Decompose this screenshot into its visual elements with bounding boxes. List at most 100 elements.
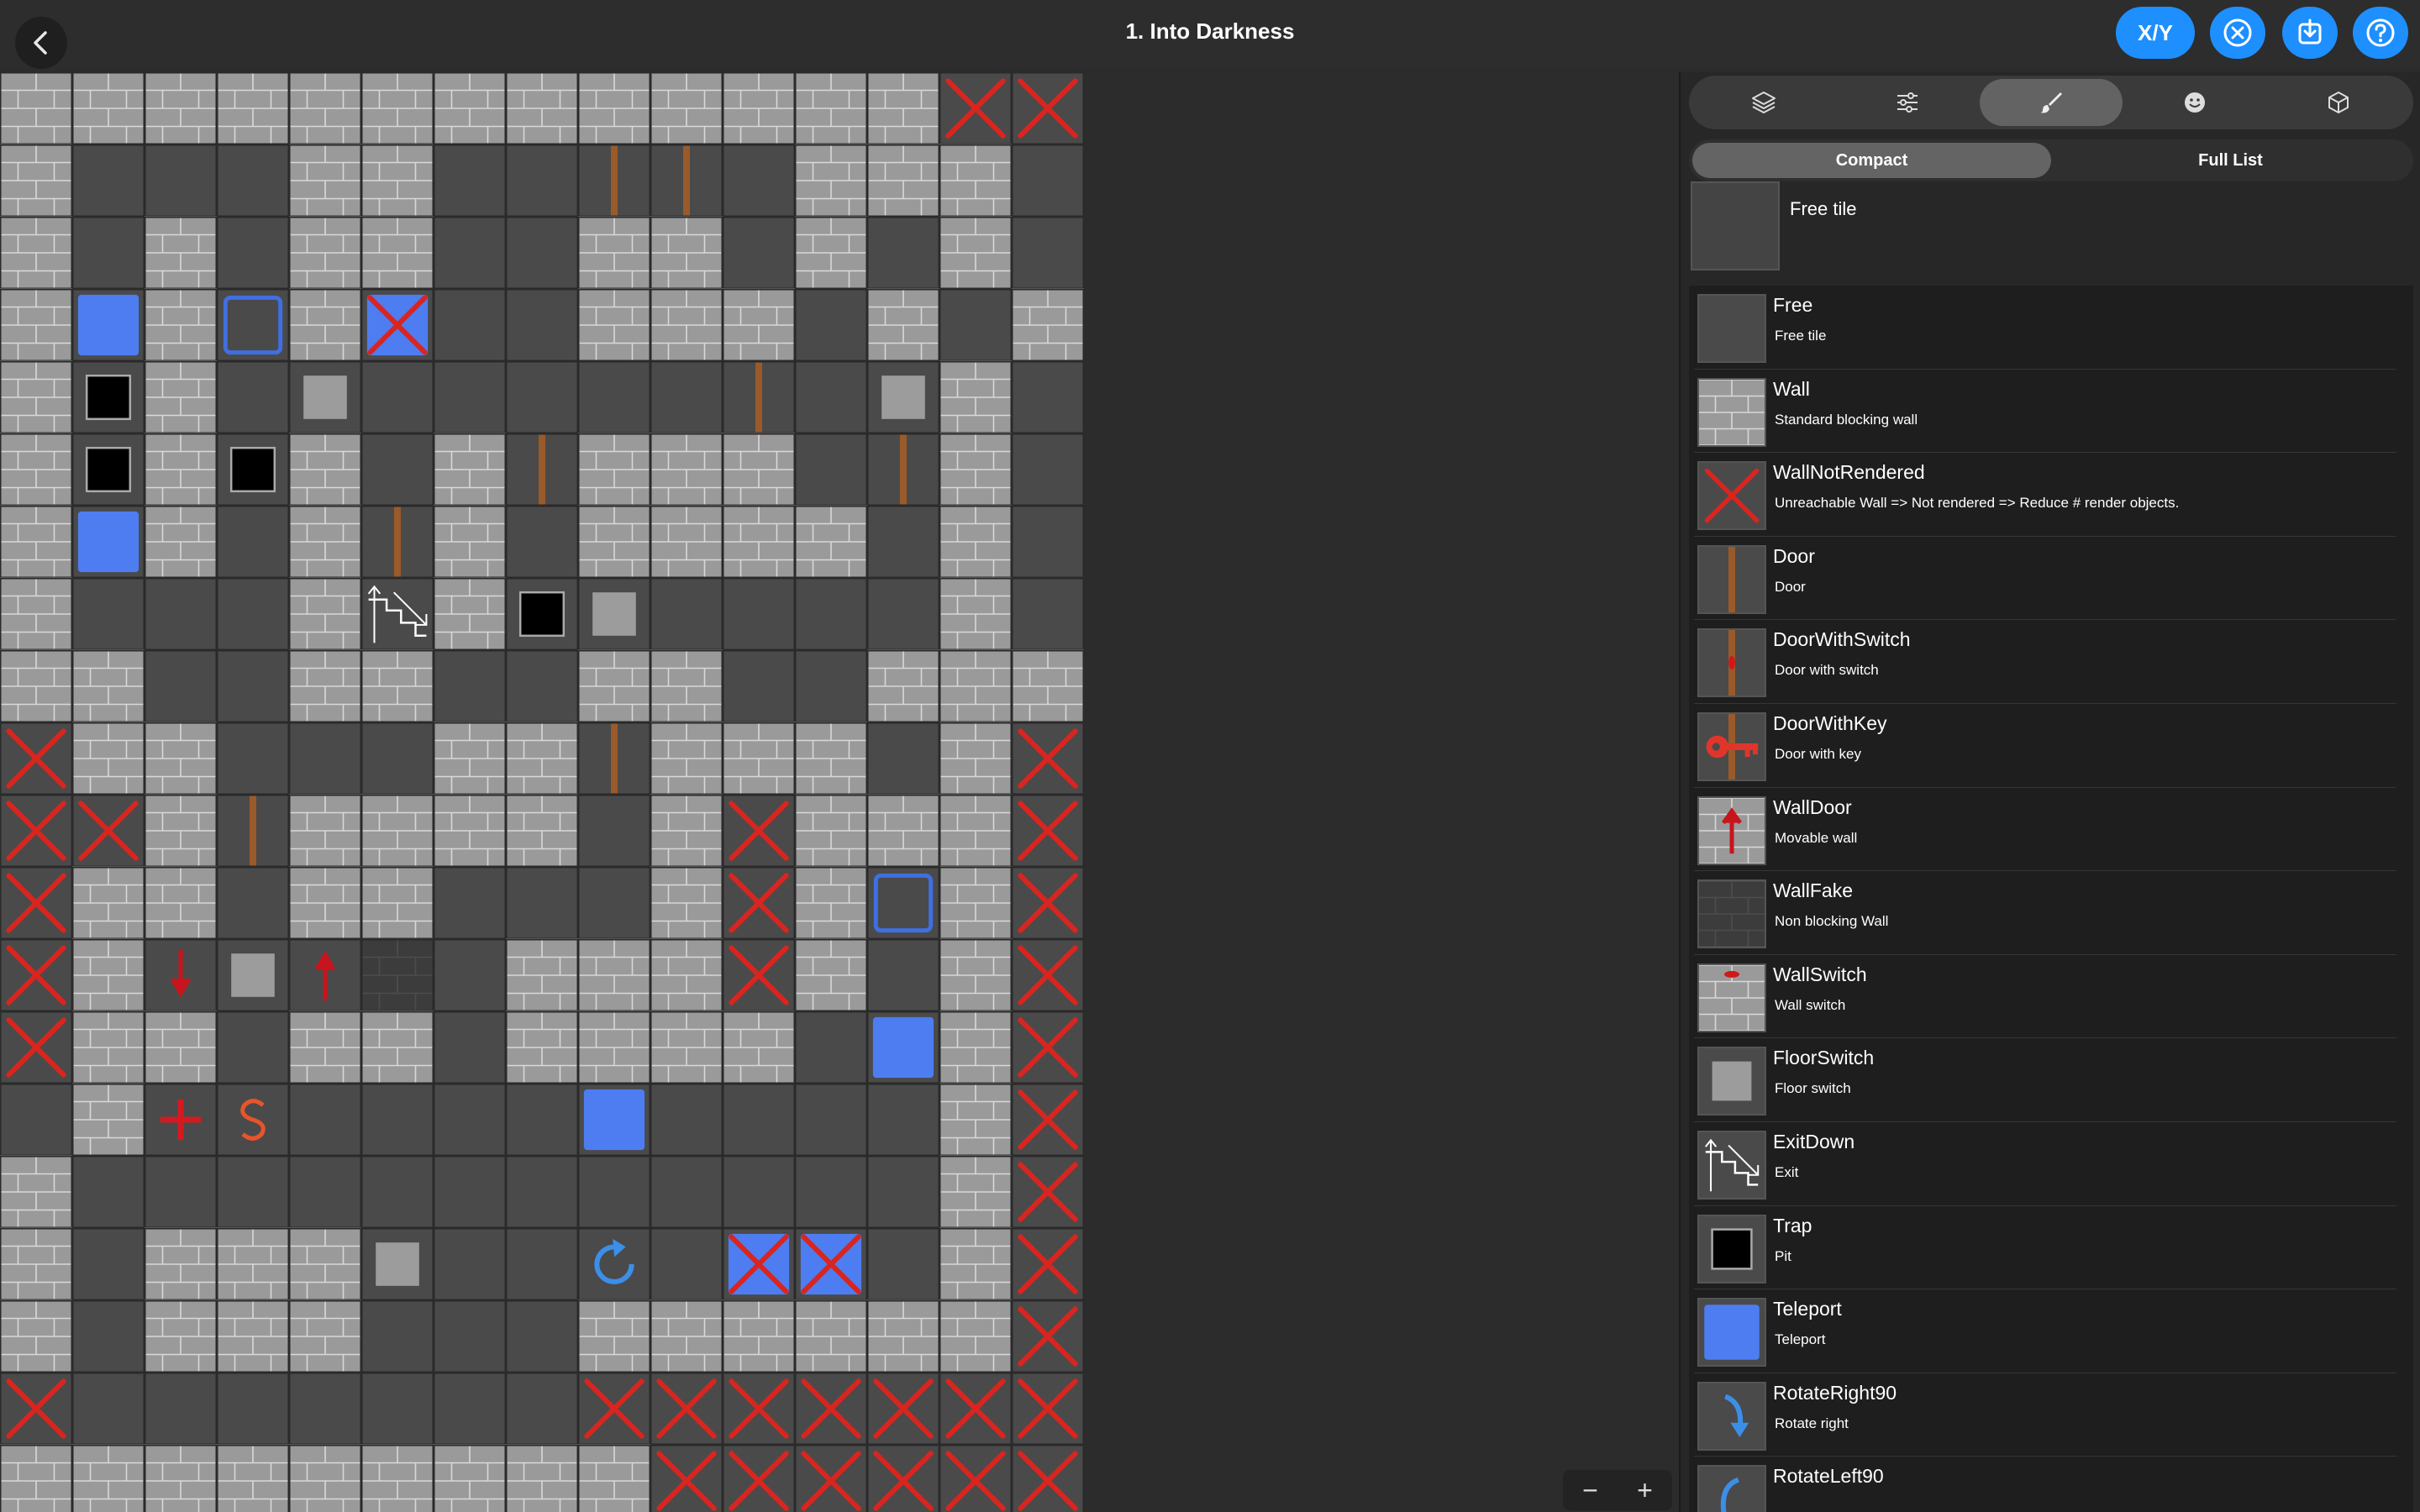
- map-cell-free[interactable]: [433, 649, 507, 723]
- map-cell-free[interactable]: [577, 360, 651, 434]
- map-cell-floorswitch[interactable]: [577, 577, 651, 651]
- map-cell-free[interactable]: [433, 288, 507, 362]
- map-cell-xwall[interactable]: [0, 1372, 73, 1446]
- tab-characters[interactable]: [2123, 79, 2266, 126]
- tile-list-item[interactable]: Trap Pit: [1694, 1206, 2396, 1290]
- map-cell-free[interactable]: [288, 1083, 362, 1157]
- map-cell-free[interactable]: [794, 1011, 868, 1084]
- tab-objects[interactable]: [2266, 79, 2410, 126]
- map-cell-wall[interactable]: [650, 866, 723, 940]
- tile-list-item[interactable]: Teleport Teleport: [1694, 1289, 2396, 1373]
- map-cell-wall[interactable]: [722, 288, 796, 362]
- map-cell-wall[interactable]: [722, 1011, 796, 1084]
- map-cell-free[interactable]: [433, 1227, 507, 1301]
- map-cell-wall[interactable]: [144, 288, 218, 362]
- segment-compact[interactable]: Compact: [1692, 143, 2051, 178]
- tile-list-item[interactable]: RotateLeft90: [1694, 1457, 2396, 1512]
- map-cell-wall[interactable]: [144, 360, 218, 434]
- map-cell-wall[interactable]: [939, 1227, 1013, 1301]
- map-cell-wall[interactable]: [0, 649, 73, 723]
- tab-layers[interactable]: [1692, 79, 1836, 126]
- tile-list-item[interactable]: Free Free tile: [1694, 286, 2396, 370]
- map-cell-wall[interactable]: [0, 216, 73, 290]
- map-cell-free-crossed[interactable]: [577, 1372, 651, 1446]
- map-cell-wall[interactable]: [288, 1444, 362, 1512]
- map-cell-free[interactable]: [866, 577, 940, 651]
- map-cell-wall[interactable]: [866, 72, 940, 145]
- map-cell-floorswitch[interactable]: [360, 1227, 434, 1301]
- tile-list-item[interactable]: FloorSwitch Floor switch: [1694, 1038, 2396, 1122]
- map-cell-wall[interactable]: [866, 649, 940, 723]
- map-cell-free[interactable]: [360, 722, 434, 795]
- map-cell-free[interactable]: [1011, 433, 1084, 507]
- map-cell-wall[interactable]: [144, 1299, 218, 1373]
- map-cell-wall[interactable]: [650, 433, 723, 507]
- map-cell-free[interactable]: [216, 505, 290, 579]
- map-cell-free[interactable]: [939, 288, 1013, 362]
- map-cell-free[interactable]: [794, 1155, 868, 1229]
- map-cell-free[interactable]: [650, 577, 723, 651]
- map-cell-wall[interactable]: [0, 1299, 73, 1373]
- map-cell-wall[interactable]: [505, 1444, 579, 1512]
- map-cell-wall[interactable]: [939, 433, 1013, 507]
- map-cell-wall[interactable]: [216, 1227, 290, 1301]
- map-cell-wall[interactable]: [577, 1011, 651, 1084]
- map-cell-free[interactable]: [71, 144, 145, 218]
- map-cell-wall[interactable]: [866, 1299, 940, 1373]
- map-cell-wallfake[interactable]: [360, 938, 434, 1012]
- map-cell-wall[interactable]: [71, 649, 145, 723]
- map-cell-wall[interactable]: [288, 505, 362, 579]
- zoom-in-button[interactable]: +: [1618, 1470, 1672, 1510]
- map-cell-wall[interactable]: [866, 288, 940, 362]
- map-cell-wall[interactable]: [939, 1083, 1013, 1157]
- map-cell-wall[interactable]: [71, 722, 145, 795]
- map-cell-free[interactable]: [722, 144, 796, 218]
- map-cell-teleport[interactable]: [577, 1083, 651, 1157]
- map-cell-xwall[interactable]: [722, 794, 796, 868]
- map-cell-free[interactable]: [1011, 144, 1084, 218]
- map-cell-free[interactable]: [288, 722, 362, 795]
- map-cell-door[interactable]: [360, 505, 434, 579]
- map-cell-xwall[interactable]: [794, 1444, 868, 1512]
- xy-toggle-button[interactable]: X/Y: [2116, 7, 2195, 59]
- map-cell-trap[interactable]: [505, 577, 579, 651]
- map-cell-wall[interactable]: [71, 1083, 145, 1157]
- map-cell-wall[interactable]: [939, 144, 1013, 218]
- map-cell-wall[interactable]: [794, 144, 868, 218]
- map-cell-wall[interactable]: [722, 1299, 796, 1373]
- map-cell-wall[interactable]: [71, 938, 145, 1012]
- map-cell-free[interactable]: [505, 216, 579, 290]
- map-cell-free[interactable]: [433, 866, 507, 940]
- map-cell-xwall[interactable]: [866, 1444, 940, 1512]
- map-cell-wall[interactable]: [433, 433, 507, 507]
- map-cell-wall[interactable]: [939, 1011, 1013, 1084]
- map-cell-teleport-crossed[interactable]: [794, 1227, 868, 1301]
- map-cell-wall[interactable]: [505, 72, 579, 145]
- map-cell-wall[interactable]: [577, 649, 651, 723]
- map-cell-wall[interactable]: [144, 866, 218, 940]
- map-cell-wall[interactable]: [360, 866, 434, 940]
- map-cell-wall[interactable]: [360, 794, 434, 868]
- map-cell-wall[interactable]: [433, 577, 507, 651]
- map-cell-free[interactable]: [216, 144, 290, 218]
- tab-settings[interactable]: [1836, 79, 1980, 126]
- map-cell-wall[interactable]: [71, 1011, 145, 1084]
- map-cell-wall[interactable]: [577, 1299, 651, 1373]
- map-cell-floorswitch[interactable]: [866, 360, 940, 434]
- map-cell-wall[interactable]: [360, 649, 434, 723]
- map-cell-wall[interactable]: [360, 1011, 434, 1084]
- map-cell-free[interactable]: [433, 1299, 507, 1373]
- map-cell-wall[interactable]: [288, 216, 362, 290]
- map-cell-wall[interactable]: [0, 505, 73, 579]
- map-cell-wall[interactable]: [939, 505, 1013, 579]
- map-cell-free[interactable]: [0, 1083, 73, 1157]
- map-cell-wall[interactable]: [505, 794, 579, 868]
- map-cell-wall[interactable]: [1011, 649, 1084, 723]
- map-cell-free[interactable]: [505, 505, 579, 579]
- map-cell-wall[interactable]: [794, 938, 868, 1012]
- map-cell-xwall[interactable]: [1011, 794, 1084, 868]
- map-cell-wall[interactable]: [71, 72, 145, 145]
- map-cell-teleport[interactable]: [71, 288, 145, 362]
- map-cell-xwall[interactable]: [1011, 866, 1084, 940]
- map-cell-wall[interactable]: [288, 577, 362, 651]
